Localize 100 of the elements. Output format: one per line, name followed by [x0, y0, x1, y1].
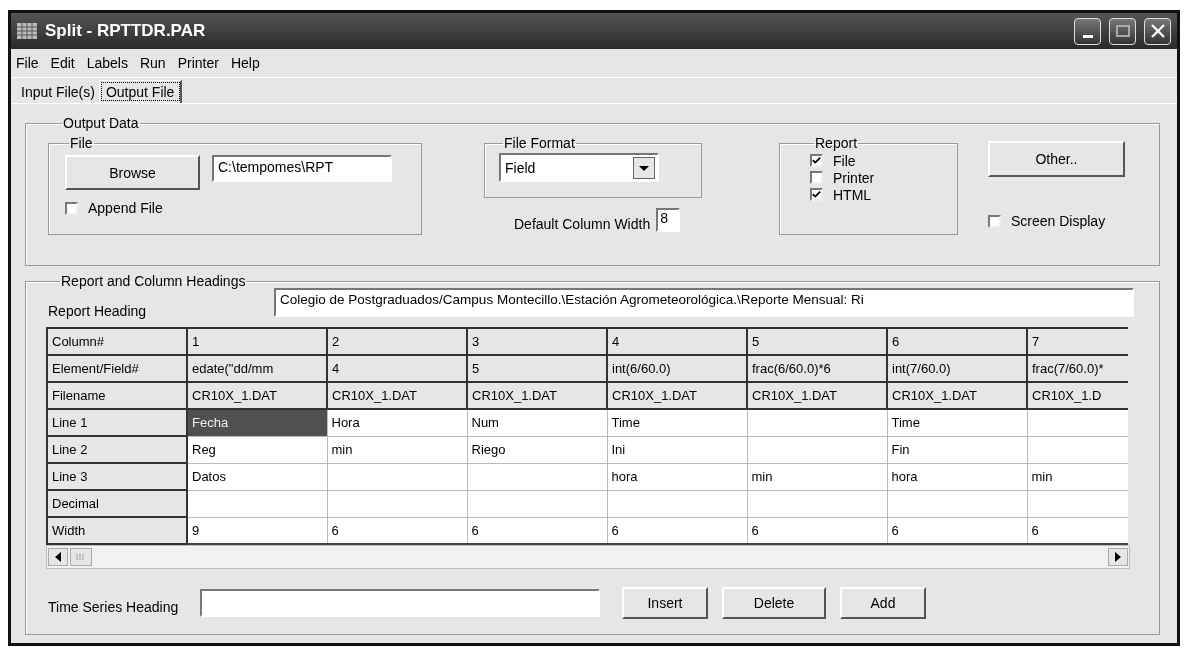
minimize-button[interactable]: [1074, 17, 1101, 45]
checkbox[interactable]: [988, 214, 1001, 228]
path-field[interactable]: C:\tempomes\RPT: [212, 155, 392, 182]
checkbox[interactable]: [810, 188, 823, 201]
menu-item[interactable]: File: [11, 55, 46, 71]
window-title: Split - RPTTDR.PAR: [45, 21, 207, 41]
table-cell[interactable]: [467, 490, 607, 517]
table-cell[interactable]: 2: [327, 328, 467, 355]
field-label: Default Column Width: [514, 216, 651, 232]
table-cell[interactable]: Fin: [887, 436, 1027, 463]
table-cell[interactable]: 6: [887, 517, 1027, 544]
table-cell[interactable]: CR10X_1.DAT: [747, 382, 887, 409]
table-cell[interactable]: min: [747, 463, 887, 490]
row-header: Decimal: [47, 490, 187, 517]
table-cell[interactable]: hora: [607, 463, 747, 490]
table-cell[interactable]: Num: [467, 409, 607, 436]
table-cell[interactable]: 5: [747, 328, 887, 355]
table-cell[interactable]: [747, 490, 887, 517]
close-button[interactable]: [1144, 17, 1171, 45]
table-cell[interactable]: [187, 490, 327, 517]
table-cell[interactable]: 6: [327, 517, 467, 544]
row-header: Line 2: [47, 436, 187, 463]
horizontal-scrollbar[interactable]: [46, 545, 1130, 569]
table-cell[interactable]: 6: [747, 517, 887, 544]
checkbox[interactable]: [65, 201, 78, 215]
table-cell[interactable]: Time: [887, 409, 1027, 436]
table-cell[interactable]: frac(7/60.0)*: [1027, 355, 1128, 382]
table-cell[interactable]: [747, 436, 887, 463]
tab[interactable]: Input File(s): [17, 81, 99, 103]
table-cell[interactable]: [327, 463, 467, 490]
menu-item[interactable]: Labels: [81, 55, 135, 71]
row-header: Line 1: [47, 409, 187, 436]
table-cell[interactable]: CR10X_1.DAT: [327, 382, 467, 409]
table-cell[interactable]: 6: [1027, 517, 1128, 544]
close-icon: [1150, 24, 1165, 38]
menu-item[interactable]: Printer: [172, 55, 226, 71]
table-cell[interactable]: int(6/60.0): [607, 355, 747, 382]
checkbox-label: File: [833, 152, 856, 169]
menu-item[interactable]: Edit: [45, 55, 82, 71]
table-cell[interactable]: int(7/60.0): [887, 355, 1027, 382]
table-cell[interactable]: 7: [1027, 328, 1128, 355]
table-cell[interactable]: CR10X_1.DAT: [187, 382, 327, 409]
scroll-thumb[interactable]: [70, 548, 92, 566]
table-cell[interactable]: [747, 409, 887, 436]
table-cell[interactable]: CR10X_1.DAT: [607, 382, 747, 409]
table-cell[interactable]: 6: [607, 517, 747, 544]
time-series-field[interactable]: [200, 589, 600, 617]
table-cell[interactable]: 9: [187, 517, 327, 544]
table-cell[interactable]: 3: [467, 328, 607, 355]
group-title: File: [69, 136, 94, 150]
table-cell[interactable]: min: [327, 436, 467, 463]
table-cell[interactable]: CR10X_1.D: [1027, 382, 1128, 409]
table-cell[interactable]: edate("dd/mm: [187, 355, 327, 382]
row-header: Filename: [47, 382, 187, 409]
table-cell[interactable]: Ini: [607, 436, 747, 463]
table-cell[interactable]: Hora: [327, 409, 467, 436]
table-cell[interactable]: 4: [327, 355, 467, 382]
action-button[interactable]: Delete: [722, 587, 826, 619]
table-cell[interactable]: [1027, 490, 1128, 517]
checkbox[interactable]: [810, 154, 823, 167]
checkbox[interactable]: [810, 171, 823, 184]
other-button[interactable]: Other..: [988, 141, 1125, 177]
table-cell[interactable]: min: [1027, 463, 1128, 490]
table-cell[interactable]: 4: [607, 328, 747, 355]
table-cell[interactable]: 5: [467, 355, 607, 382]
table-cell[interactable]: Reg: [187, 436, 327, 463]
table-cell[interactable]: 1: [187, 328, 327, 355]
row-header: Line 3: [47, 463, 187, 490]
left-arrow-icon: [54, 552, 62, 562]
group-title: Report: [814, 136, 859, 150]
action-button[interactable]: Insert: [622, 587, 708, 619]
table-cell[interactable]: frac(6/60.0)*6: [747, 355, 887, 382]
table-cell[interactable]: [607, 490, 747, 517]
table-cell[interactable]: Datos: [187, 463, 327, 490]
column-width-field[interactable]: 8: [656, 208, 681, 232]
table-cell[interactable]: hora: [887, 463, 1027, 490]
table-cell[interactable]: 6: [467, 517, 607, 544]
format-dropdown[interactable]: Field: [499, 153, 659, 182]
table-cell[interactable]: [1027, 436, 1128, 463]
table-cell[interactable]: [467, 463, 607, 490]
browse-button[interactable]: Browse: [65, 155, 200, 190]
report-heading-field[interactable]: Colegio de Postgraduados/Campus Montecillo.\Estación Agrometeorológica.\Reporte Mensual: Ri: [274, 288, 1134, 317]
table-cell[interactable]: [327, 490, 467, 517]
scroll-right-button[interactable]: [1108, 548, 1128, 566]
tab[interactable]: Output File: [98, 80, 183, 103]
grip-icon: [76, 554, 86, 560]
table-cell[interactable]: Time: [607, 409, 747, 436]
menu-item[interactable]: Run: [134, 55, 173, 71]
table-cell[interactable]: [1027, 409, 1128, 436]
maximize-button[interactable]: [1109, 17, 1136, 45]
maximize-icon: [1115, 25, 1130, 37]
table-cell[interactable]: Fecha: [187, 409, 327, 436]
scroll-left-button[interactable]: [48, 548, 68, 566]
menu-item[interactable]: Help: [225, 55, 267, 71]
table-cell[interactable]: [887, 490, 1027, 517]
action-button[interactable]: Add: [840, 587, 926, 619]
table-cell[interactable]: CR10X_1.DAT: [467, 382, 607, 409]
table-cell[interactable]: Riego: [467, 436, 607, 463]
table-cell[interactable]: CR10X_1.DAT: [887, 382, 1027, 409]
table-cell[interactable]: 6: [887, 328, 1027, 355]
